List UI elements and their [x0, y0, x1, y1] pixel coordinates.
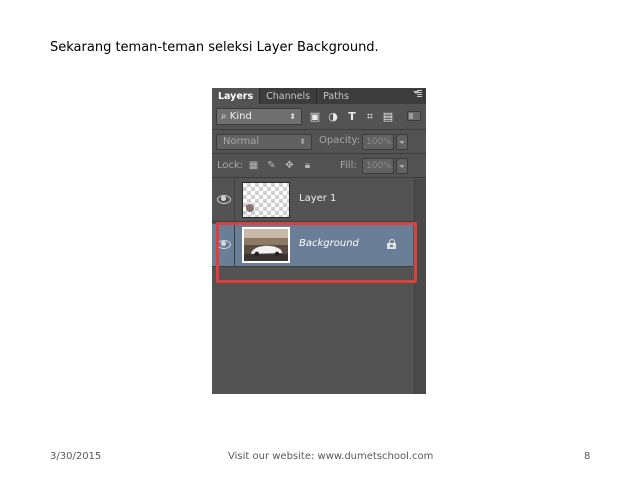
- footer-date: 3/30/2015: [50, 451, 102, 462]
- layer-name[interactable]: Background: [299, 238, 359, 249]
- search-icon: ⌕: [221, 111, 227, 122]
- layer-filter-row: ⌕ Kind ⬍ ▣ ◑ T ⌗ ▤: [212, 105, 426, 129]
- filter-toggle[interactable]: [407, 111, 421, 121]
- eye-icon[interactable]: [217, 194, 231, 204]
- lock-label: Lock:: [217, 160, 244, 171]
- blend-mode-value: Normal: [223, 136, 260, 147]
- lock-position-icon[interactable]: ✥: [284, 160, 295, 171]
- smart-object-filter-icon[interactable]: ▤: [382, 111, 394, 123]
- kind-filter-label: Kind: [229, 111, 252, 122]
- footer-website: Visit our website: www.dumetschool.com: [228, 451, 434, 462]
- chevron-updown-icon: ⬍: [299, 137, 306, 146]
- lock-all-icon[interactable]: 🔒︎: [302, 160, 313, 171]
- opacity-input[interactable]: 100%: [362, 134, 394, 150]
- image-filter-icon[interactable]: ▣: [309, 111, 321, 123]
- shape-filter-icon[interactable]: ⌗: [364, 111, 376, 123]
- eye-icon[interactable]: [217, 239, 231, 249]
- layer-name[interactable]: Layer 1: [299, 193, 336, 204]
- opacity-dropdown-button[interactable]: [396, 134, 408, 150]
- divider: [234, 224, 235, 266]
- layer-thumbnail: [242, 182, 290, 218]
- divider: [234, 179, 235, 221]
- blend-row: Normal ⬍ Opacity: 100%: [212, 131, 426, 153]
- slide-title: Sekarang teman-teman seleksi Layer Backg…: [50, 40, 379, 55]
- fill-input[interactable]: 100%: [362, 158, 394, 174]
- layer-list-scrollbar[interactable]: [414, 179, 426, 394]
- lock-transparent-pixels-icon[interactable]: ▦: [248, 160, 259, 171]
- divider: [212, 153, 426, 154]
- layer-lock-icon: [387, 239, 397, 250]
- tab-channels[interactable]: Channels: [260, 88, 316, 104]
- layer-list: Layer 1 Background: [212, 179, 426, 394]
- layer-row-background[interactable]: Background: [212, 224, 413, 267]
- fill-dropdown-button[interactable]: [396, 158, 408, 174]
- lock-image-pixels-icon[interactable]: ✎: [266, 160, 277, 171]
- chevron-down-icon: [399, 141, 405, 144]
- divider: [212, 129, 426, 130]
- fill-label: Fill:: [340, 160, 357, 171]
- blend-mode-select[interactable]: Normal ⬍: [216, 134, 312, 150]
- chevron-down-icon: [399, 165, 405, 168]
- tab-layers[interactable]: Layers: [212, 88, 260, 104]
- chevron-updown-icon: ⬍: [289, 112, 296, 121]
- divider: [212, 177, 426, 178]
- layer-row-layer-1[interactable]: Layer 1: [212, 179, 413, 222]
- lock-row: Lock: ▦ ✎ ✥ 🔒︎ Fill: 100%: [212, 155, 426, 177]
- kind-filter-select[interactable]: ⌕ Kind ⬍: [216, 108, 302, 125]
- layers-panel: Layers Channels Paths ⌕ Kind ⬍ ▣ ◑ T ⌗ ▤…: [212, 88, 426, 394]
- adjustment-filter-icon[interactable]: ◑: [327, 111, 339, 123]
- panel-menu-icon[interactable]: [412, 90, 422, 100]
- panel-tab-bar: Layers Channels Paths: [212, 88, 426, 104]
- car-photo-thumbnail: [244, 229, 288, 261]
- type-filter-icon[interactable]: T: [346, 111, 358, 123]
- opacity-label: Opacity:: [319, 135, 361, 146]
- layer-thumbnail: [242, 227, 290, 263]
- tab-paths[interactable]: Paths: [317, 88, 355, 104]
- footer-page-number: 8: [584, 451, 591, 462]
